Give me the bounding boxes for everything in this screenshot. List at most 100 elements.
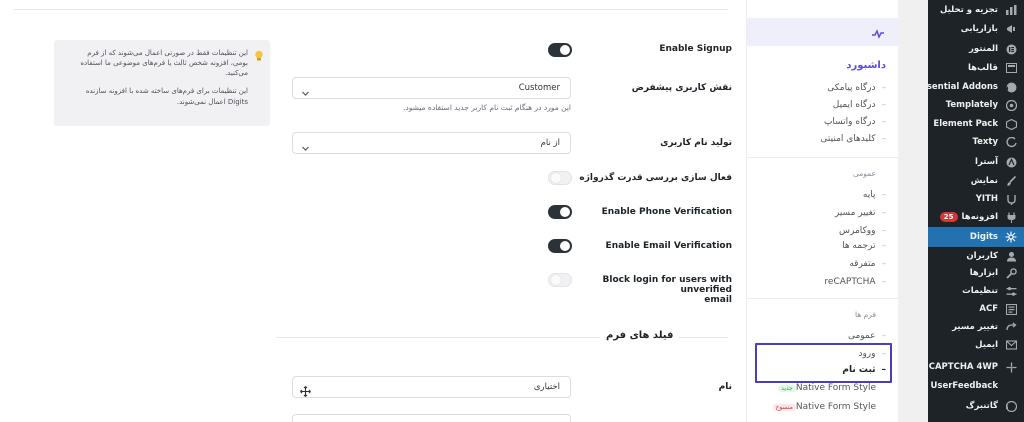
nav-section-forms: فرم ها — [855, 310, 876, 319]
toggle-knob — [560, 207, 570, 217]
enable-signup-label: Enable Signup — [659, 44, 732, 54]
block-unverified-label-line1: Block login for users with unverified — [602, 275, 733, 295]
svg-text:ea: ea — [1006, 85, 1009, 92]
nav-link-recaptcha[interactable]: –reCAPTCHA — [824, 277, 886, 287]
texty-icon — [1004, 135, 1018, 149]
wp-admin-sidebar: تجزیه و تحلیل بازاریابی المنتور قالب‌ها … — [916, 0, 1024, 422]
wp-menu-yith[interactable]: YITH — [928, 189, 1024, 209]
wp-menu-plugins[interactable]: افزونه‌ها 25 — [928, 207, 1024, 227]
wp-menu-digits[interactable]: Digits — [928, 227, 1024, 247]
lightbulb-icon — [254, 50, 264, 65]
yith-icon — [1004, 192, 1018, 206]
nav-link-woocommerce[interactable]: –ووکامرس — [839, 226, 886, 236]
highlight-box — [755, 343, 892, 383]
astra-icon — [1004, 155, 1018, 169]
new-badge: جدید — [778, 385, 796, 392]
name-field-value: اختیاری — [533, 382, 560, 392]
nav-link-forms-general[interactable]: –عمومی — [848, 331, 886, 341]
plugin-icon — [1004, 210, 1018, 224]
wp-menu-redirect[interactable]: تغییر مسیر — [928, 317, 1024, 337]
email-verification-toggle[interactable] — [548, 239, 572, 253]
wp-menu-marketing[interactable]: بازاریابی — [928, 19, 1024, 39]
info-text-2: این تنظیمات برای فرم‌های ساخته شده با اف… — [85, 87, 248, 106]
top-divider — [14, 9, 728, 10]
wp-menu-templates[interactable]: قالب‌ها — [928, 58, 1024, 78]
wp-menu-element-pack[interactable]: Element Pack — [928, 114, 1024, 134]
chevron-down-icon — [301, 83, 310, 102]
password-strength-toggle[interactable] — [548, 171, 572, 185]
nav-header — [747, 18, 899, 46]
wp-menu-email[interactable]: ایمیل — [928, 335, 1024, 355]
wp-menu-essential-addons[interactable]: eaEssential Addons — [916, 77, 1024, 97]
name-field-row[interactable]: اختیاری — [292, 376, 571, 398]
nav-link-native-style-new[interactable]: جدید Native Form Style — [774, 383, 876, 393]
nav-link-native-style-old[interactable]: منسوخ Native Form Style — [769, 402, 876, 412]
pulse-icon — [871, 25, 885, 44]
tools-icon — [1004, 266, 1018, 280]
wp-menu-captcha[interactable]: CAPTCHA 4WP — [928, 357, 1024, 377]
wp-menu-texty[interactable]: Texty — [928, 132, 1024, 152]
wp-menu-appearance[interactable]: نمایش — [928, 171, 1024, 191]
wp-menu-acf[interactable]: ACF — [928, 299, 1024, 319]
enable-signup-toggle[interactable] — [548, 43, 572, 57]
element-pack-icon — [1004, 117, 1018, 131]
default-role-select[interactable]: Customer — [292, 77, 571, 99]
name-field-label: نام — [718, 382, 732, 392]
username-gen-value: از نام — [540, 138, 560, 148]
users-icon — [1004, 249, 1018, 263]
captcha-icon — [1004, 360, 1018, 374]
username-gen-label: تولید نام کاربری — [660, 138, 732, 148]
nav-link-misc[interactable]: –متفرقه — [849, 259, 886, 269]
password-strength-label: فعال سازی بررسی قدرت گذرواژه — [579, 173, 732, 183]
toggle-knob — [560, 45, 570, 55]
wp-menu-gutenberg[interactable]: Gگاتنبرگ — [928, 396, 1024, 416]
nav-link-translations[interactable]: –ترجمه ها — [842, 241, 886, 251]
plugins-update-badge: 25 — [939, 212, 958, 222]
default-role-value: Customer — [518, 83, 560, 93]
nav-link-email-gateway[interactable]: –درگاه ایمیل — [833, 100, 886, 110]
wp-menu-settings[interactable]: تنظیمات — [928, 281, 1024, 301]
chevron-down-icon — [301, 138, 310, 157]
nav-link-security-keys[interactable]: –کلیدهای امنیتی — [820, 134, 886, 144]
block-unverified-label-line2: email — [704, 295, 732, 305]
wp-menu-userfeedback[interactable]: UserFeedback — [928, 376, 1024, 396]
essential-addons-icon: ea — [1004, 80, 1018, 94]
acf-icon — [1004, 302, 1018, 316]
nav-section-general: عمومی — [853, 169, 876, 178]
phone-verification-label: Enable Phone Verification — [601, 207, 732, 217]
wp-menu-astra[interactable]: آسترا — [928, 152, 1024, 172]
settings-panel: این تنظیمات فقط در صورتی اعمال می‌شوند ک… — [0, 0, 746, 422]
next-field-row[interactable] — [292, 414, 571, 422]
block-unverified-toggle[interactable] — [548, 273, 572, 287]
nav-link-sms-gateway[interactable]: –درگاه پیامکی — [827, 83, 886, 93]
wp-menu-tools[interactable]: ابزارها — [928, 263, 1024, 283]
wp-menu-analytics[interactable]: تجزیه و تحلیل — [928, 0, 1024, 20]
toggle-knob — [551, 275, 561, 285]
wp-menu-templately[interactable]: Templately — [928, 95, 1024, 115]
settings-icon — [1004, 284, 1018, 298]
deprecated-badge: منسوخ — [772, 404, 796, 411]
active-menu-arrow — [920, 229, 928, 245]
brush-icon — [1004, 174, 1018, 188]
email-verification-label: Enable Email Verification — [605, 241, 732, 251]
username-gen-select[interactable]: از نام — [292, 132, 571, 154]
svg-text:G: G — [1006, 403, 1009, 411]
nav-link-basic[interactable]: –پایه — [863, 190, 886, 200]
scrollbar-track[interactable] — [898, 0, 928, 422]
form-fields-title: فیلد های فرم — [600, 330, 680, 341]
nav-link-whatsapp-gateway[interactable]: –درگاه واتساپ — [824, 117, 886, 127]
info-text-1: این تنظیمات فقط در صورتی اعمال می‌شوند ک… — [80, 49, 248, 78]
default-role-label: نقش کاربری پیشفرض — [631, 83, 732, 93]
dashboard-link[interactable]: داشبورد — [846, 60, 886, 71]
phone-verification-toggle[interactable] — [548, 205, 572, 219]
digits-icon — [1004, 230, 1018, 244]
move-icon[interactable] — [300, 382, 311, 401]
nav-divider — [747, 298, 899, 299]
elementor-icon — [1004, 42, 1018, 56]
toggle-knob — [560, 241, 570, 251]
nav-link-redirect[interactable]: –تغییر مسیر — [835, 208, 886, 218]
info-notice: این تنظیمات فقط در صورتی اعمال می‌شوند ک… — [54, 40, 270, 126]
block-unverified-label: Block login for users with unverified em… — [580, 275, 733, 305]
wp-menu-elementor[interactable]: المنتور — [928, 39, 1024, 59]
default-role-hint: این مورد در هنگام ثبت نام کاربر جدید است… — [402, 103, 571, 112]
